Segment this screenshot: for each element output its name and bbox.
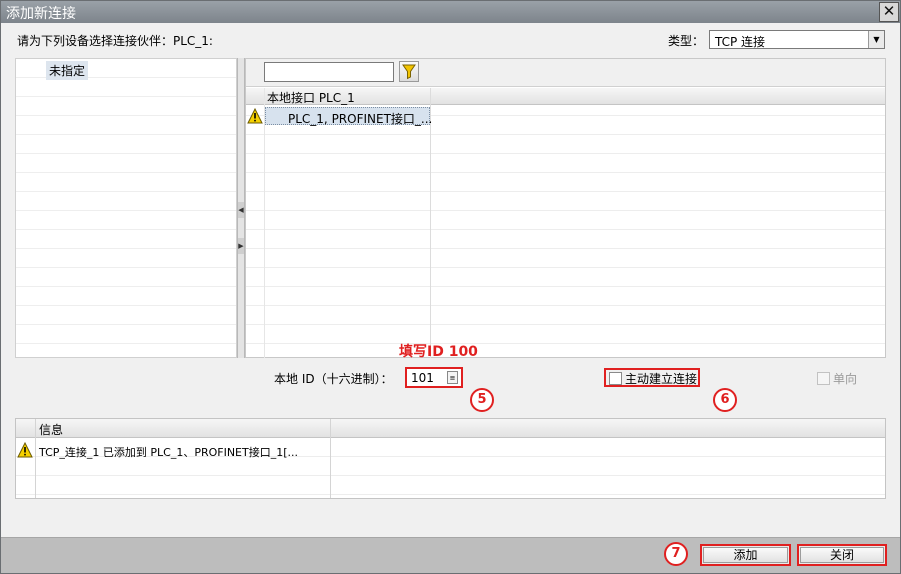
step-marker-6: 6 [713,388,737,412]
active-connect-label[interactable]: 主动建立连接 [625,370,697,387]
title-bar: 添加新连接 ✕ [1,1,900,23]
warning-icon [247,107,263,124]
info-header-label: 信息 [39,423,64,437]
local-id-label: 本地 ID（十六进制）： [274,372,393,386]
active-connect-checkbox[interactable] [609,372,622,385]
one-way-checkbox[interactable] [817,372,830,385]
type-label: 类型： [668,34,705,48]
collapse-left-icon[interactable]: ◀ [238,202,244,218]
dropdown-arrow-icon[interactable]: ▼ [868,31,884,48]
info-panel: 信息 TCP_连接_1 已添加到 PLC_1、PROFINET接口_1[... [15,418,886,499]
connection-type-value: TCP 连接 [715,35,766,49]
step-marker-7: 7 [664,542,688,566]
one-way-label: 单向 [833,372,858,386]
step-marker-5: 5 [470,388,494,412]
info-message: TCP_连接_1 已添加到 PLC_1、PROFINET接口_1[... [39,446,299,459]
interface-column-header[interactable]: 本地接口 PLC_1 [246,88,885,105]
filter-icon[interactable] [399,61,419,82]
row-divider [264,88,265,358]
info-divider [330,419,331,498]
partner-prompt: 请为下列设备选择连接伙伴：PLC_1: [17,34,213,48]
dialog-title: 添加新连接 [6,6,76,22]
filter-bar [246,59,885,87]
table-row[interactable]: PLC_1, PROFINET接口_... [265,107,433,126]
add-button[interactable]: 添加 [700,544,791,566]
column-divider [430,88,431,358]
filter-input[interactable] [264,62,394,82]
expand-right-icon[interactable]: ▶ [238,238,244,254]
interface-table: 本地接口 PLC_1 PLC_1, PROFINET接口_... [245,58,886,358]
add-connection-dialog: 添加新连接 ✕ 请为下列设备选择连接伙伴：PLC_1: 类型： TCP 连接 ▼… [0,0,901,574]
annotation-fill-id: 填写ID 100 [399,344,478,360]
info-divider [35,419,36,498]
add-button-label: 添加 [733,548,758,562]
connection-type-select[interactable]: TCP 连接 ▼ [709,30,885,49]
close-icon[interactable]: ✕ [879,2,899,22]
partner-device-list: 未指定 [15,58,237,358]
local-id-value: 101 [411,371,434,385]
local-id-field[interactable]: 101 ≡ [405,367,463,388]
column-header-label: 本地接口 PLC_1 [267,91,355,105]
dialog-footer: 7 添加 关闭 [1,537,900,573]
interface-cell-text: PLC_1, PROFINET接口_... [288,112,433,126]
close-button-label: 关闭 [829,548,854,562]
warning-icon [17,441,33,458]
panel-splitter[interactable]: ◀ ▶ [237,58,245,358]
list-item-unspecified[interactable]: 未指定 [46,61,89,80]
info-header: 信息 [16,419,885,438]
spinner-icon[interactable]: ≡ [447,371,458,384]
close-button[interactable]: 关闭 [797,544,887,566]
